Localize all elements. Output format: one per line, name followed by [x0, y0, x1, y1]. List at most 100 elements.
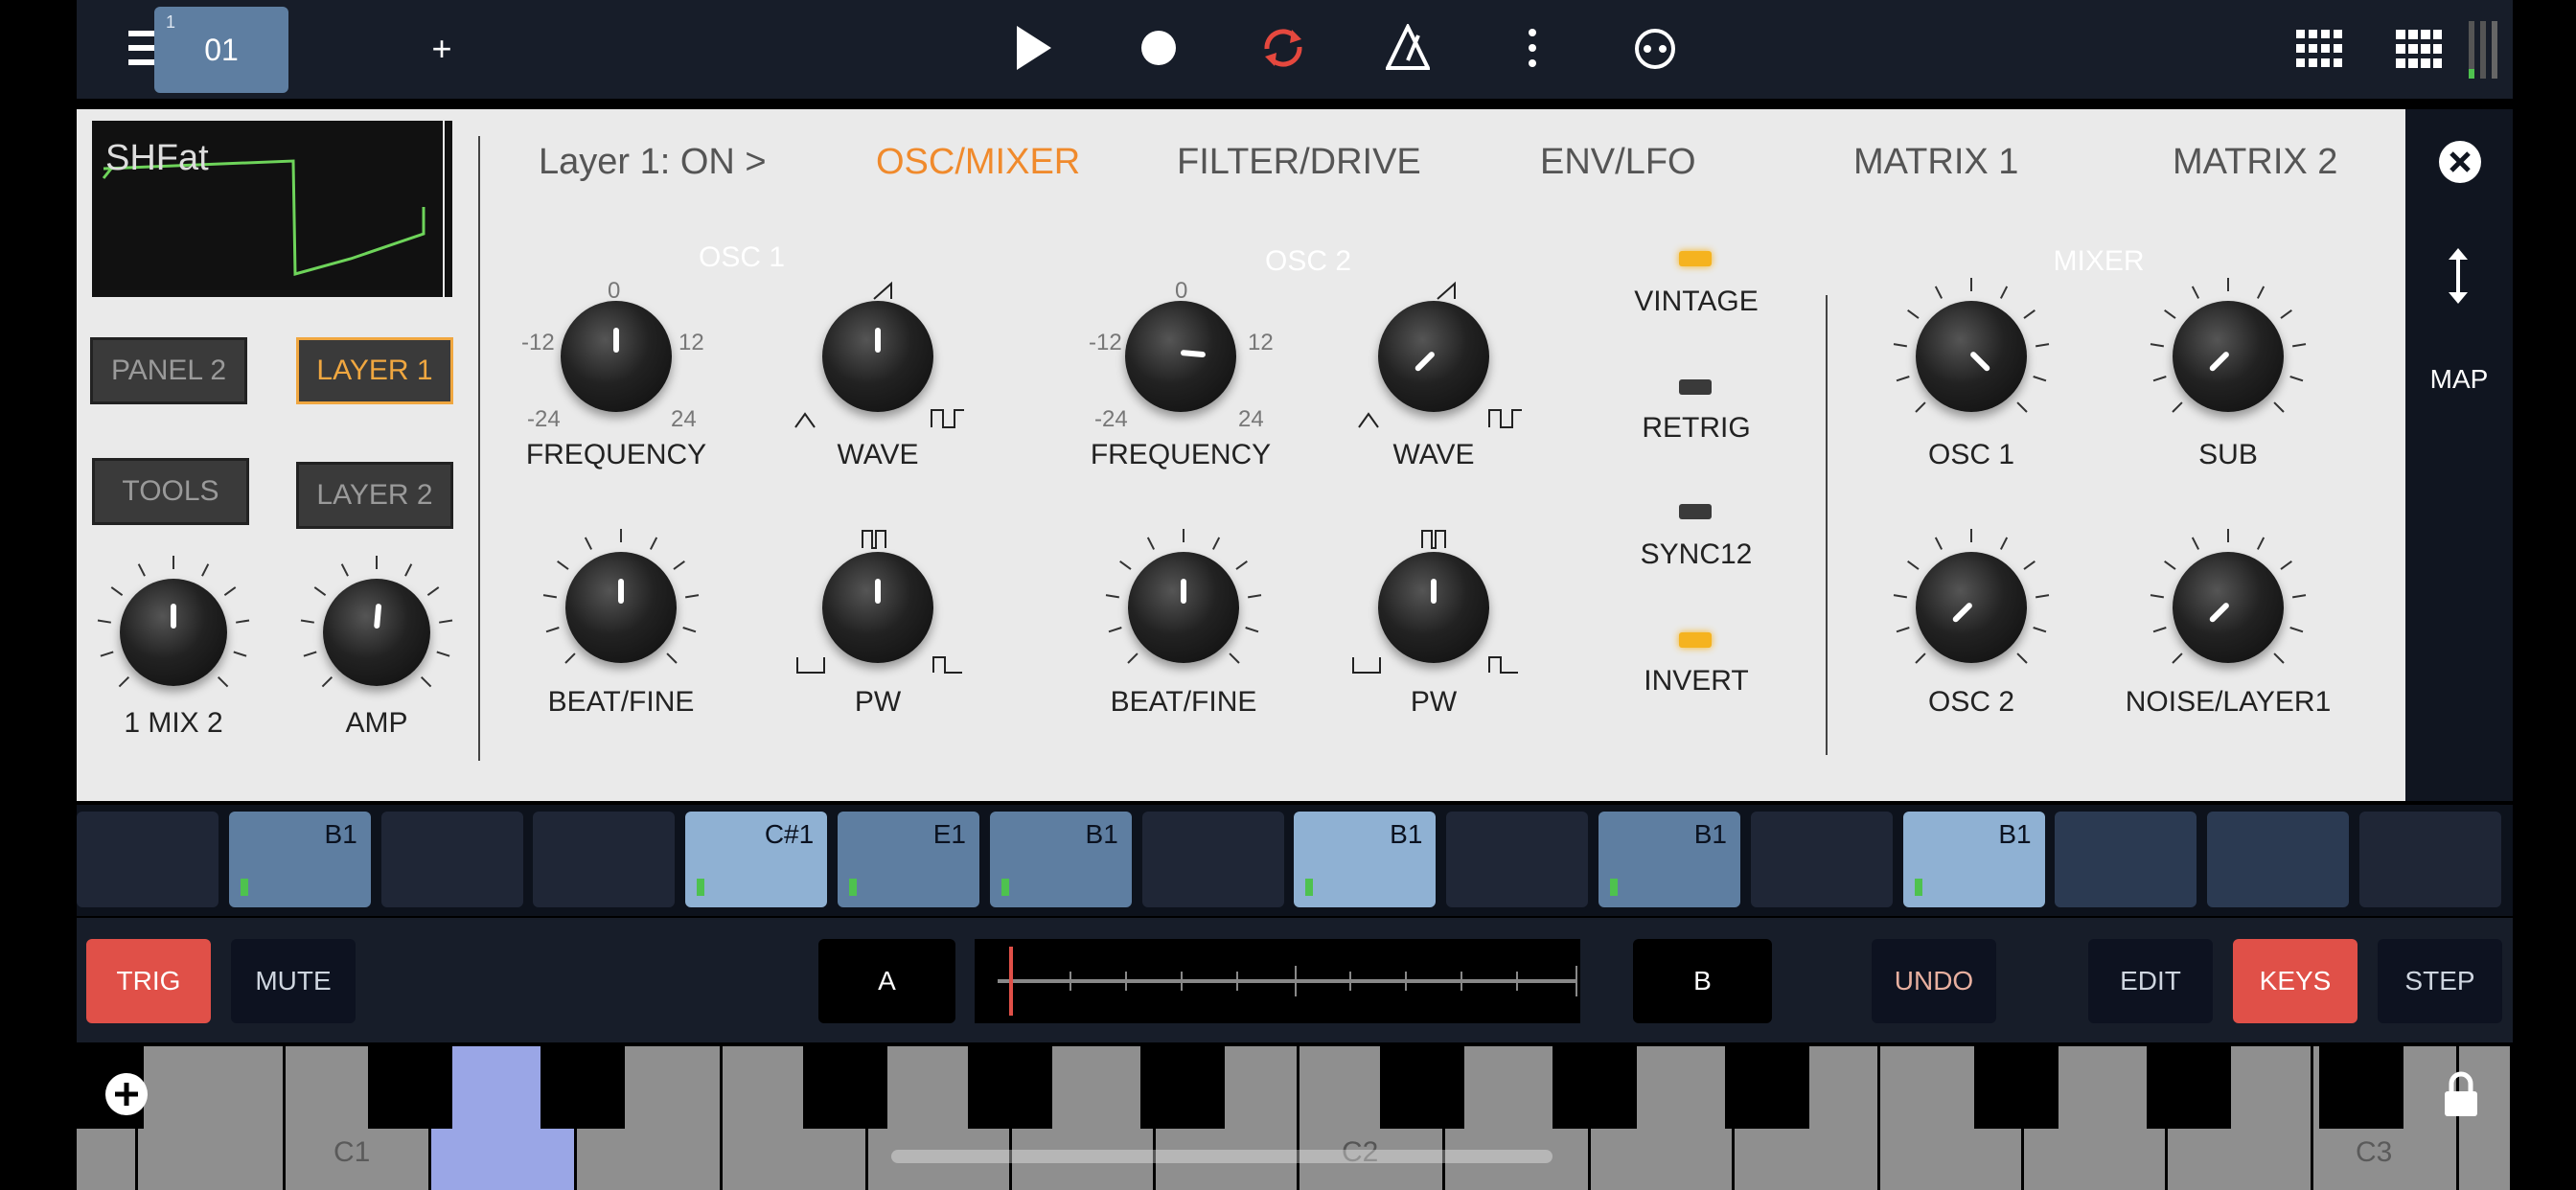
black-key[interactable] — [1725, 1046, 1809, 1129]
white-key[interactable] — [138, 1046, 286, 1190]
tab-filter-drive[interactable]: FILTER/DRIVE — [1177, 142, 1421, 183]
layer1-button[interactable]: LAYER 1 — [296, 337, 453, 404]
section-osc2: OSC 2 — [1264, 245, 1352, 277]
osc1-beat-fine-knob[interactable] — [565, 552, 677, 663]
sync12-led[interactable] — [1679, 504, 1712, 519]
metronome-icon[interactable] — [1382, 21, 1434, 75]
black-key[interactable] — [368, 1046, 452, 1129]
step-pad[interactable] — [380, 812, 523, 907]
tab-layer[interactable]: Layer 1: ON > — [539, 142, 767, 183]
osc1-frequency-knob[interactable] — [561, 301, 672, 412]
osc1-pw-knob-indicator — [875, 579, 881, 604]
step-button[interactable]: STEP — [2378, 939, 2502, 1023]
waveform-display[interactable]: SHFat — [92, 121, 443, 297]
tab-matrix-1[interactable]: MATRIX 1 — [1853, 142, 2018, 183]
app-root: 1 01 + SHFat PANEL 2 LAYER 1 TOOLS LAYER… — [0, 0, 2576, 1190]
vintage-led[interactable] — [1679, 251, 1712, 266]
osc2-square-icon — [1488, 409, 1522, 428]
record-icon[interactable] — [1137, 26, 1181, 70]
osc1-pw-knob[interactable] — [822, 552, 933, 663]
add-circle-icon[interactable] — [102, 1069, 151, 1119]
step-pad[interactable]: B1 — [989, 812, 1132, 907]
mixer-osc1-knob[interactable] — [1916, 301, 2027, 412]
step-pad[interactable]: E1 — [838, 812, 979, 907]
step-pad[interactable]: C#1 — [685, 812, 828, 907]
step-pad[interactable] — [1141, 812, 1284, 907]
ab-slider[interactable] — [975, 939, 1580, 1023]
step-pad[interactable] — [1750, 812, 1893, 907]
step-note: B1 — [1998, 819, 2032, 849]
step-pad[interactable]: B1 — [1294, 812, 1437, 907]
retrig-led[interactable] — [1679, 379, 1712, 395]
grid-small-icon[interactable] — [2394, 25, 2444, 73]
mute-button[interactable]: MUTE — [231, 939, 356, 1023]
step-pad[interactable]: B1 — [228, 812, 371, 907]
play-icon[interactable] — [1010, 21, 1058, 75]
step-pad[interactable] — [2055, 812, 2197, 907]
more-vertical-icon[interactable] — [1518, 21, 1547, 75]
a-button[interactable]: A — [818, 939, 955, 1023]
black-key[interactable] — [1552, 1046, 1637, 1129]
tab-matrix-2[interactable]: MATRIX 2 — [2173, 142, 2337, 183]
pattern-number: 1 — [166, 12, 176, 32]
black-key[interactable] — [2147, 1046, 2231, 1129]
undo-button[interactable]: UNDO — [1872, 939, 1996, 1023]
lock-icon[interactable] — [2440, 1067, 2482, 1121]
tab-osc-mixer[interactable]: OSC/MIXER — [876, 142, 1080, 183]
grid-view-icon[interactable] — [2294, 25, 2344, 73]
add-pattern-button[interactable]: + — [422, 29, 462, 69]
step-pad[interactable] — [2207, 812, 2350, 907]
mixer-sub-knob[interactable] — [2173, 301, 2284, 412]
trig-button[interactable]: TRIG — [86, 939, 211, 1023]
amp-knob-indicator — [374, 603, 382, 629]
step-pad[interactable] — [77, 812, 218, 907]
step-pad[interactable] — [2359, 812, 2501, 907]
invert-led[interactable] — [1679, 632, 1712, 648]
amp-knob[interactable] — [323, 579, 430, 686]
b-button[interactable]: B — [1633, 939, 1772, 1023]
keys-button[interactable]: KEYS — [2233, 939, 2358, 1023]
osc1-frequency-knob-label: FREQUENCY — [525, 439, 707, 470]
black-key[interactable] — [1140, 1046, 1225, 1129]
step-pad[interactable]: B1 — [1598, 812, 1740, 907]
step-velocity-indicator — [240, 879, 248, 896]
tools-button[interactable]: TOOLS — [92, 458, 249, 525]
step-velocity-indicator — [1610, 879, 1618, 896]
vertical-resize-icon[interactable] — [2444, 247, 2472, 305]
link-icon[interactable] — [1631, 25, 1679, 73]
step-pad[interactable] — [1446, 812, 1589, 907]
osc1-frequency-knob-indicator — [613, 328, 619, 353]
ab-slider-handle[interactable] — [1009, 947, 1013, 1016]
mixer-noise-knob[interactable] — [2173, 552, 2284, 663]
add-pattern-label: + — [431, 29, 452, 68]
tab-env-lfo[interactable]: ENV/LFO — [1540, 142, 1696, 183]
osc2-beat-fine-knob[interactable] — [1128, 552, 1239, 663]
loop-icon[interactable] — [1257, 24, 1309, 72]
step-note: B1 — [324, 819, 357, 849]
retrig-label: RETRIG — [1642, 412, 1751, 444]
edit-button[interactable]: EDIT — [2088, 939, 2213, 1023]
black-key[interactable] — [968, 1046, 1052, 1129]
preset-name: SHFat — [105, 138, 209, 178]
black-key[interactable] — [1380, 1046, 1464, 1129]
key-label-c1: C1 — [334, 1136, 371, 1168]
mixer-osc2-knob-label: OSC 2 — [1927, 686, 2015, 718]
map-button[interactable]: MAP — [2405, 364, 2513, 395]
step-pad[interactable]: B1 — [1902, 812, 2045, 907]
pattern-button[interactable]: 1 01 — [154, 7, 288, 93]
osc1-square-icon — [931, 409, 964, 428]
mix-knob[interactable] — [120, 579, 227, 686]
osc2-freq-plus12: 12 — [1248, 330, 1274, 355]
panel2-button[interactable]: PANEL 2 — [90, 337, 247, 404]
black-key[interactable] — [2319, 1046, 2404, 1129]
close-circle-icon[interactable] — [2436, 138, 2484, 186]
black-key[interactable] — [803, 1046, 887, 1129]
black-key[interactable] — [540, 1046, 625, 1129]
step-pad[interactable] — [533, 812, 676, 907]
osc2-frequency-knob[interactable] — [1125, 301, 1236, 412]
layer2-button[interactable]: LAYER 2 — [296, 462, 453, 529]
osc2-pw-knob-indicator — [1431, 579, 1437, 604]
mixer-osc2-knob[interactable] — [1916, 552, 2027, 663]
black-key[interactable] — [1974, 1046, 2058, 1129]
osc2-pw-knob[interactable] — [1378, 552, 1489, 663]
